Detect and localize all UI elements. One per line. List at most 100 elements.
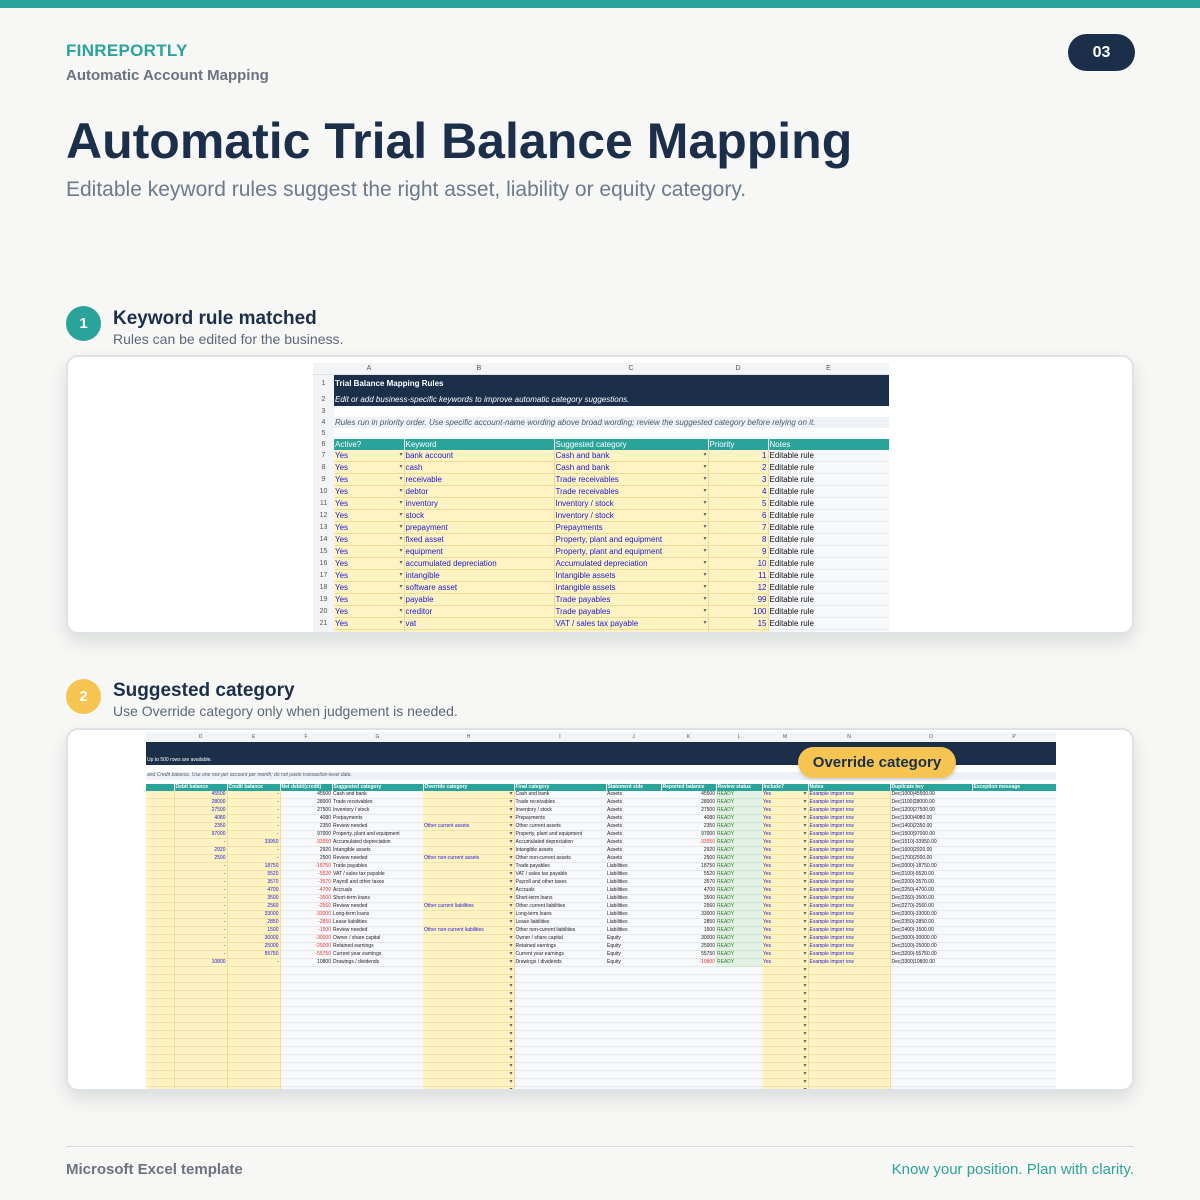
include-cell[interactable]: ▾	[762, 1070, 809, 1079]
account-cell[interactable]	[146, 790, 175, 799]
include-cell[interactable]: Yes ▾	[762, 862, 809, 871]
include-cell[interactable]: ▾	[762, 1030, 809, 1039]
credit-cell[interactable]: -	[227, 814, 281, 823]
dropdown-arrow-icon[interactable]: ▾	[509, 943, 512, 950]
credit-cell[interactable]	[227, 1046, 281, 1055]
keyword-cell[interactable]: software asset	[404, 581, 555, 594]
dropdown-arrow-icon[interactable]: ▾	[509, 831, 512, 838]
account-cell[interactable]	[146, 1030, 175, 1039]
dropdown-arrow-icon[interactable]: ▾	[803, 975, 806, 982]
include-cell[interactable]: ▾	[762, 1086, 809, 1089]
dropdown-arrow-icon[interactable]: ▾	[509, 887, 512, 894]
debit-cell[interactable]	[174, 982, 228, 991]
dropdown-arrow-icon[interactable]: ▾	[803, 999, 806, 1006]
credit-cell[interactable]: 1500	[227, 926, 281, 935]
debit-cell[interactable]	[174, 1030, 228, 1039]
account-cell[interactable]	[146, 982, 175, 991]
dropdown-arrow-icon[interactable]: ▾	[703, 630, 706, 633]
override-category-cell[interactable]: ▾	[423, 974, 515, 983]
credit-cell[interactable]: 30000	[227, 934, 281, 943]
override-category-cell[interactable]: ▾	[423, 838, 515, 847]
include-cell[interactable]: Yes ▾	[762, 926, 809, 935]
credit-cell[interactable]	[227, 974, 281, 983]
debit-cell[interactable]	[174, 1086, 228, 1089]
notes-cell[interactable]: Example import row	[808, 942, 891, 951]
debit-cell[interactable]	[174, 998, 228, 1007]
dropdown-arrow-icon[interactable]: ▾	[703, 558, 706, 569]
notes-cell[interactable]: Example import row	[808, 870, 891, 879]
priority-cell[interactable]: 1	[708, 449, 769, 462]
account-cell[interactable]	[146, 862, 175, 871]
account-cell[interactable]	[146, 950, 175, 959]
dropdown-arrow-icon[interactable]: ▾	[803, 967, 806, 974]
notes-cell[interactable]: Example import row	[808, 822, 891, 831]
include-cell[interactable]: Yes ▾	[762, 950, 809, 959]
suggested-category-cell[interactable]: Cash and bank ▾	[554, 449, 709, 462]
active-cell[interactable]: Yes ▾	[334, 497, 405, 510]
override-category-cell[interactable]: ▾	[423, 982, 515, 991]
notes-cell[interactable]	[808, 998, 891, 1007]
keyword-cell[interactable]: accumulated depreciation	[404, 557, 555, 570]
override-category-cell[interactable]: ▾	[423, 1086, 515, 1089]
dropdown-arrow-icon[interactable]: ▾	[399, 570, 402, 581]
dropdown-arrow-icon[interactable]: ▾	[803, 807, 806, 814]
dropdown-arrow-icon[interactable]: ▾	[399, 582, 402, 593]
override-category-cell[interactable]: ▾	[423, 878, 515, 887]
credit-cell[interactable]	[227, 1006, 281, 1015]
include-cell[interactable]: Yes ▾	[762, 798, 809, 807]
account-cell[interactable]	[146, 926, 175, 935]
credit-cell[interactable]	[227, 1030, 281, 1039]
dropdown-arrow-icon[interactable]: ▾	[509, 807, 512, 814]
dropdown-arrow-icon[interactable]: ▾	[509, 959, 512, 966]
account-cell[interactable]	[146, 830, 175, 839]
include-cell[interactable]: Yes ▾	[762, 958, 809, 967]
credit-cell[interactable]	[227, 966, 281, 975]
dropdown-arrow-icon[interactable]: ▾	[803, 895, 806, 902]
active-cell[interactable]: Yes ▾	[334, 521, 405, 534]
dropdown-arrow-icon[interactable]: ▾	[803, 1063, 806, 1070]
debit-cell[interactable]: -	[174, 894, 228, 903]
include-cell[interactable]: Yes ▾	[762, 854, 809, 863]
dropdown-arrow-icon[interactable]: ▾	[509, 791, 512, 798]
active-cell[interactable]: Yes ▾	[334, 473, 405, 486]
notes-cell[interactable]: Example import row	[808, 934, 891, 943]
dropdown-arrow-icon[interactable]: ▾	[803, 1015, 806, 1022]
account-cell[interactable]	[146, 854, 175, 863]
dropdown-arrow-icon[interactable]: ▾	[703, 462, 706, 473]
account-cell[interactable]	[146, 822, 175, 831]
credit-cell[interactable]: 3570	[227, 878, 281, 887]
account-cell[interactable]	[146, 878, 175, 887]
include-cell[interactable]: Yes ▾	[762, 830, 809, 839]
dropdown-arrow-icon[interactable]: ▾	[803, 1087, 806, 1089]
dropdown-arrow-icon[interactable]: ▾	[509, 1055, 512, 1062]
debit-cell[interactable]	[174, 1014, 228, 1023]
priority-cell[interactable]: 7	[708, 521, 769, 534]
keyword-cell[interactable]: intangible	[404, 569, 555, 582]
dropdown-arrow-icon[interactable]: ▾	[803, 871, 806, 878]
account-cell[interactable]	[146, 958, 175, 967]
dropdown-arrow-icon[interactable]: ▾	[703, 582, 706, 593]
dropdown-arrow-icon[interactable]: ▾	[803, 959, 806, 966]
keyword-cell[interactable]: payable	[404, 593, 555, 606]
account-cell[interactable]	[146, 870, 175, 879]
credit-cell[interactable]: -	[227, 846, 281, 855]
suggested-category-cell[interactable]: Property, plant and equipment ▾	[554, 545, 709, 558]
priority-cell[interactable]: 10	[708, 557, 769, 570]
include-cell[interactable]: ▾	[762, 982, 809, 991]
include-cell[interactable]: ▾	[762, 966, 809, 975]
dropdown-arrow-icon[interactable]: ▾	[509, 863, 512, 870]
keyword-cell[interactable]: inventory	[404, 497, 555, 510]
account-cell[interactable]	[146, 1038, 175, 1047]
dropdown-arrow-icon[interactable]: ▾	[399, 522, 402, 533]
dropdown-arrow-icon[interactable]: ▾	[803, 1047, 806, 1054]
keyword-cell[interactable]: vat	[404, 617, 555, 630]
override-category-cell[interactable]: ▾	[423, 870, 515, 879]
dropdown-arrow-icon[interactable]: ▾	[509, 935, 512, 942]
dropdown-arrow-icon[interactable]: ▾	[803, 879, 806, 886]
suggested-category-cell[interactable]: Accumulated depreciation ▾	[554, 557, 709, 570]
dropdown-arrow-icon[interactable]: ▾	[509, 911, 512, 918]
credit-cell[interactable]	[227, 982, 281, 991]
dropdown-arrow-icon[interactable]: ▾	[803, 983, 806, 990]
dropdown-arrow-icon[interactable]: ▾	[399, 462, 402, 473]
override-category-cell[interactable]: Other non-current liabilities ▾	[423, 926, 515, 935]
